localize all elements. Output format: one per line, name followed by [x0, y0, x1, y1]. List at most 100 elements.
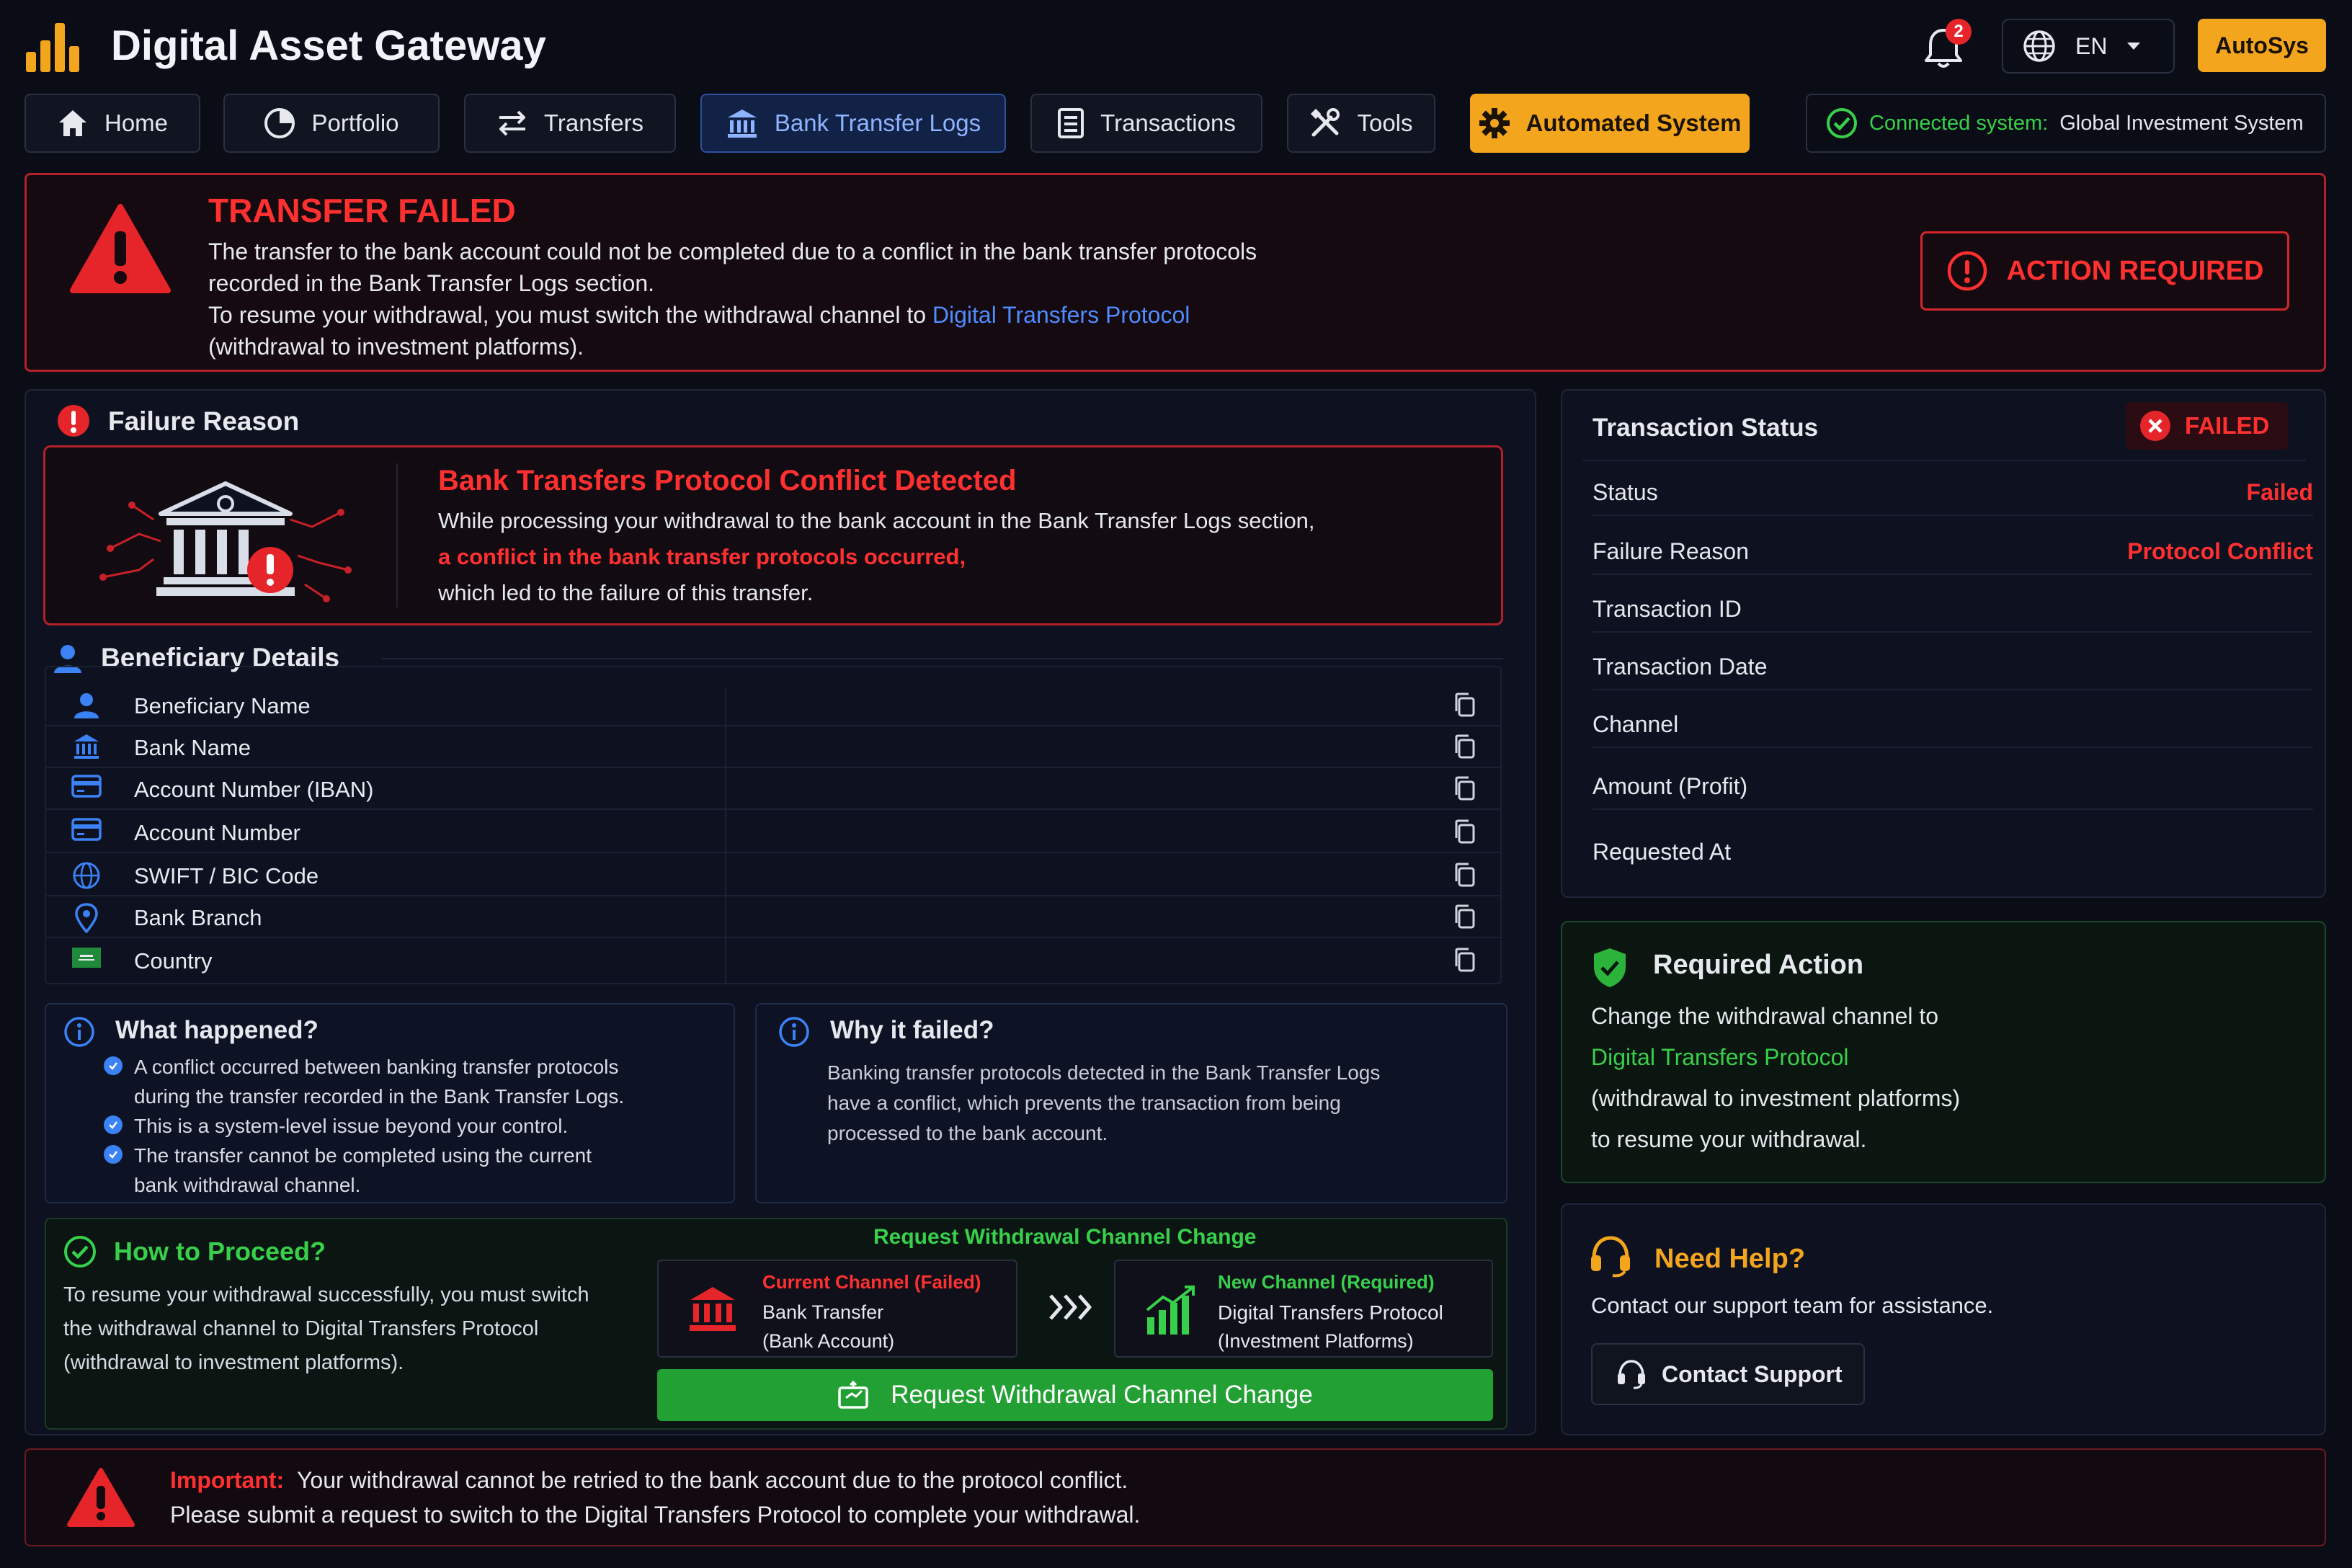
why-failed-heading: Why it failed? [830, 1016, 994, 1044]
important-line-1: Important: Your withdrawal cannot be ret… [170, 1467, 1128, 1494]
request-channel-change-button[interactable]: Request Withdrawal Channel Change [657, 1369, 1493, 1421]
pie-chart-icon [264, 108, 295, 138]
headset-icon [1618, 1360, 1645, 1389]
nav-transactions-label: Transactions [1100, 110, 1236, 136]
autosys-button[interactable]: AutoSys [2198, 19, 2326, 72]
nav-tools[interactable]: Tools [1287, 94, 1435, 153]
divider [396, 463, 398, 607]
beneficiary-row: Bank Name [45, 726, 1500, 768]
beneficiary-field-label: SWIFT / BIC Code [134, 863, 319, 888]
nav-portfolio[interactable]: Portfolio [223, 94, 440, 153]
important-label: Important: [170, 1467, 285, 1493]
nav-home-label: Home [104, 110, 169, 136]
required-action-text: Change the withdrawal channel to Digital… [1591, 996, 1960, 1160]
status-row: Amount (Profit) [1592, 764, 2313, 810]
check-bullet-icon [104, 1115, 122, 1134]
language-label: EN [2075, 32, 2108, 59]
bank-alert-icon [99, 481, 352, 602]
contact-support-button[interactable]: Contact Support [1591, 1343, 1865, 1405]
status-row: Failure Reason Protocol Conflict [1592, 529, 2313, 575]
connected-system-status: Connected system: Global Investment Syst… [1806, 94, 2326, 153]
warning-icon [70, 204, 171, 293]
new-channel-label: New Channel (Required) [1218, 1271, 1435, 1293]
banner-line-4: (withdrawal to investment platforms). [208, 334, 584, 360]
ledger-icon [1058, 108, 1084, 138]
copy-icon[interactable] [1453, 734, 1476, 760]
copy-icon[interactable] [1453, 904, 1476, 930]
copy-icon[interactable] [1453, 819, 1476, 845]
user-icon [71, 691, 102, 720]
check-bullet-icon [104, 1145, 122, 1164]
arrow-icon [1048, 1291, 1094, 1323]
nav-transfers[interactable]: Transfers [464, 94, 676, 153]
current-channel-label: Current Channel (Failed) [762, 1271, 981, 1293]
bank-icon [727, 110, 757, 138]
nav-bank-transfer-logs-label: Bank Transfer Logs [774, 110, 981, 136]
nav-automated-system-label: Automated System [1525, 110, 1742, 136]
new-channel-card: New Channel (Required) Digital Transfers… [1114, 1260, 1493, 1358]
status-row-value: Failed [2246, 478, 2313, 505]
status-row: Transaction ID [1592, 587, 2313, 633]
beneficiary-heading-rule [382, 658, 1503, 659]
nav-transactions[interactable]: Transactions [1030, 94, 1262, 153]
copy-icon[interactable] [1453, 862, 1476, 888]
need-help-heading: Need Help? [1654, 1244, 1806, 1274]
copy-icon[interactable] [1453, 692, 1476, 718]
banner-line-3: To resume your withdrawal, you must swit… [208, 299, 1257, 331]
app-title: Digital Asset Gateway [111, 22, 546, 69]
globe-icon [2023, 30, 2055, 62]
banner-line-1: The transfer to the bank account could n… [208, 239, 1257, 264]
notification-button[interactable]: 2 [1920, 19, 1972, 72]
why-failed-text: Banking transfer protocols detected in t… [827, 1058, 1380, 1149]
status-row-label: Channel [1592, 710, 1679, 737]
banner-title: TRANSFER FAILED [208, 192, 516, 229]
important-text-1: Your withdrawal cannot be retried to the… [296, 1467, 1128, 1493]
required-action-protocol: Digital Transfers Protocol [1591, 1044, 1849, 1070]
why-failed-line-3: processed to the bank account. [827, 1122, 1108, 1144]
status-row-label: Amount (Profit) [1592, 772, 1748, 799]
beneficiary-field-label: Beneficiary Name [134, 693, 311, 718]
required-action-line-4: to resume your withdrawal. [1591, 1126, 1867, 1152]
beneficiary-field-label: Bank Branch [134, 905, 262, 930]
beneficiary-row: SWIFT / BIC Code [45, 855, 1500, 896]
nav-bank-transfer-logs[interactable]: Bank Transfer Logs [700, 94, 1006, 153]
gear-icon [1479, 108, 1510, 138]
status-heading-rule [1582, 460, 2306, 461]
copy-icon[interactable] [1453, 775, 1476, 801]
nav-portfolio-label: Portfolio [311, 110, 399, 136]
beneficiary-row: Beneficiary Name [45, 685, 1500, 726]
beneficiary-row: Bank Branch [45, 896, 1500, 938]
nav-home[interactable]: Home [24, 94, 200, 153]
exclamation-circle-icon [1947, 251, 1987, 291]
globe-icon [71, 861, 102, 890]
failure-reason-line-2: a conflict in the bank transfer protocol… [438, 544, 966, 569]
transfer-request-icon [838, 1381, 868, 1409]
bullet-3-line-1: The transfer cannot be completed using t… [134, 1144, 592, 1167]
chevron-down-icon [2127, 43, 2141, 50]
nav-transfers-label: Transfers [543, 110, 644, 136]
bank-icon [690, 1287, 736, 1331]
beneficiary-field-label: Bank Name [134, 735, 251, 760]
flag-icon [71, 946, 102, 969]
location-pin-icon [71, 903, 102, 933]
beneficiary-field-label: Account Number (IBAN) [134, 777, 374, 802]
copy-icon[interactable] [1453, 947, 1476, 973]
how-to-proceed-card: How to Proceed? To resume your withdrawa… [45, 1218, 1507, 1430]
failed-status-badge: FAILED [2126, 402, 2289, 450]
how-to-proceed-text: To resume your withdrawal successfully, … [63, 1278, 589, 1380]
nav-automated-system[interactable]: Automated System [1470, 94, 1750, 153]
language-selector[interactable]: EN [2002, 19, 2175, 74]
required-action-line-3: (withdrawal to investment platforms) [1591, 1085, 1961, 1111]
digital-transfers-protocol-link[interactable]: Digital Transfers Protocol [932, 302, 1190, 328]
contact-support-label: Contact Support [1662, 1360, 1843, 1387]
status-row: Status Failed [1592, 470, 2313, 516]
headset-icon [1591, 1236, 1630, 1278]
beneficiary-field-label: Account Number [134, 820, 300, 845]
how-to-proceed-heading: How to Proceed? [114, 1237, 326, 1266]
check-circle-icon [1827, 108, 1857, 138]
request-channel-title: Request Withdrawal Channel Change [873, 1225, 1257, 1249]
action-required-button[interactable]: ACTION REQUIRED [1920, 231, 2289, 311]
growth-chart-icon [1146, 1286, 1195, 1335]
beneficiary-row: Account Number (IBAN) [45, 768, 1500, 810]
notification-badge: 2 [1946, 19, 1972, 45]
